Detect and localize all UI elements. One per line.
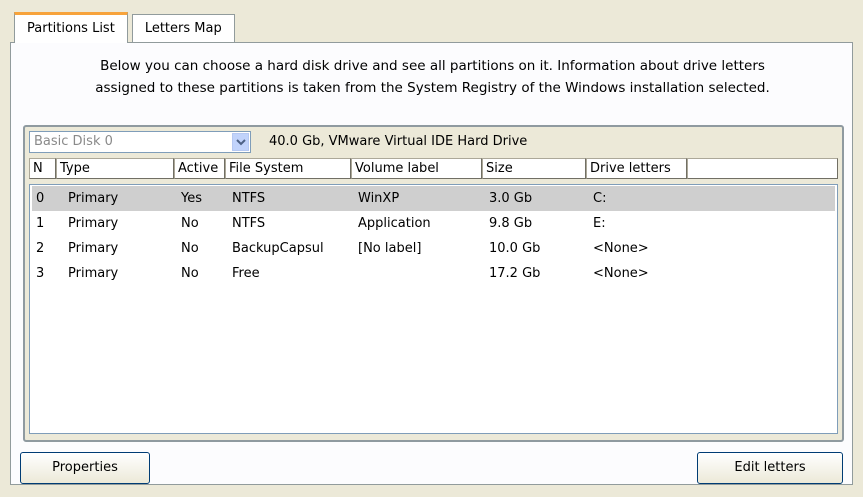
cell-file-system: NTFS — [232, 191, 266, 206]
tab-letters-map[interactable]: Letters Map — [131, 14, 235, 42]
column-header-blank — [687, 158, 838, 179]
cell-drive-letters: E: — [593, 216, 606, 231]
cell-volume-label: Application — [358, 216, 431, 231]
disk-select[interactable]: Basic Disk 0 — [29, 131, 251, 153]
description-line-2: assigned to these partitions is taken fr… — [95, 80, 770, 96]
cell-n: 1 — [36, 216, 45, 231]
chevron-down-icon[interactable] — [232, 133, 249, 151]
cell-type: Primary — [68, 216, 119, 231]
table-header: N Type Active File System Volume label S… — [29, 158, 838, 179]
description: Below you can choose a hard disk drive a… — [11, 55, 854, 99]
table-row[interactable]: 2 Primary No BackupCapsul [No label] 10.… — [32, 236, 835, 261]
cell-file-system: NTFS — [232, 216, 266, 231]
column-header-n[interactable]: N — [29, 158, 56, 179]
tab-strip: Partitions List Letters Map — [14, 12, 239, 43]
cell-size: 17.2 Gb — [489, 266, 541, 281]
cell-volume-label — [354, 261, 485, 286]
disk-info: 40.0 Gb, VMware Virtual IDE Hard Drive — [269, 134, 528, 149]
properties-button[interactable]: Properties — [20, 452, 150, 484]
cell-drive-letters: <None> — [593, 266, 649, 281]
column-header-volume-label[interactable]: Volume label — [351, 158, 482, 179]
column-header-drive-letters[interactable]: Drive letters — [586, 158, 687, 179]
table-row[interactable]: 3 Primary No Free 17.2 Gb <None> — [32, 261, 835, 286]
column-header-size[interactable]: Size — [482, 158, 586, 179]
cell-size: 3.0 Gb — [489, 191, 533, 206]
description-line-1: Below you can choose a hard disk drive a… — [100, 58, 765, 74]
cell-n: 2 — [36, 241, 45, 256]
disk-select-value: Basic Disk 0 — [34, 134, 113, 149]
cell-type: Primary — [68, 266, 119, 281]
cell-active: No — [181, 216, 199, 231]
cell-size: 10.0 Gb — [489, 241, 541, 256]
column-header-type[interactable]: Type — [56, 158, 174, 179]
table-row[interactable]: 1 Primary No NTFS Application 9.8 Gb E: — [32, 211, 835, 236]
column-header-active[interactable]: Active — [174, 158, 225, 179]
cell-type: Primary — [68, 241, 119, 256]
cell-volume-label: WinXP — [358, 191, 400, 206]
cell-active: No — [181, 266, 199, 281]
cell-active: Yes — [181, 191, 202, 206]
cell-type: Primary — [68, 191, 119, 206]
cell-n: 0 — [36, 191, 45, 206]
cell-file-system: BackupCapsul — [232, 241, 324, 256]
cell-drive-letters: C: — [593, 191, 607, 206]
cell-volume-label: [No label] — [358, 241, 422, 256]
disk-frame: Basic Disk 0 40.0 Gb, VMware Virtual IDE… — [23, 125, 844, 442]
partitions-panel: Below you can choose a hard disk drive a… — [10, 42, 853, 485]
cell-file-system: Free — [232, 266, 260, 281]
edit-letters-button[interactable]: Edit letters — [697, 452, 843, 484]
cell-size: 9.8 Gb — [489, 216, 533, 231]
partition-list[interactable]: 0 Primary Yes NTFS WinXP 3.0 Gb C: 1 Pri… — [29, 184, 838, 434]
tab-partitions-list[interactable]: Partitions List — [14, 12, 128, 43]
table-row[interactable]: 0 Primary Yes NTFS WinXP 3.0 Gb C: — [32, 186, 835, 211]
cell-drive-letters: <None> — [593, 241, 649, 256]
column-header-file-system[interactable]: File System — [225, 158, 351, 179]
cell-n: 3 — [36, 266, 45, 281]
cell-active: No — [181, 241, 199, 256]
